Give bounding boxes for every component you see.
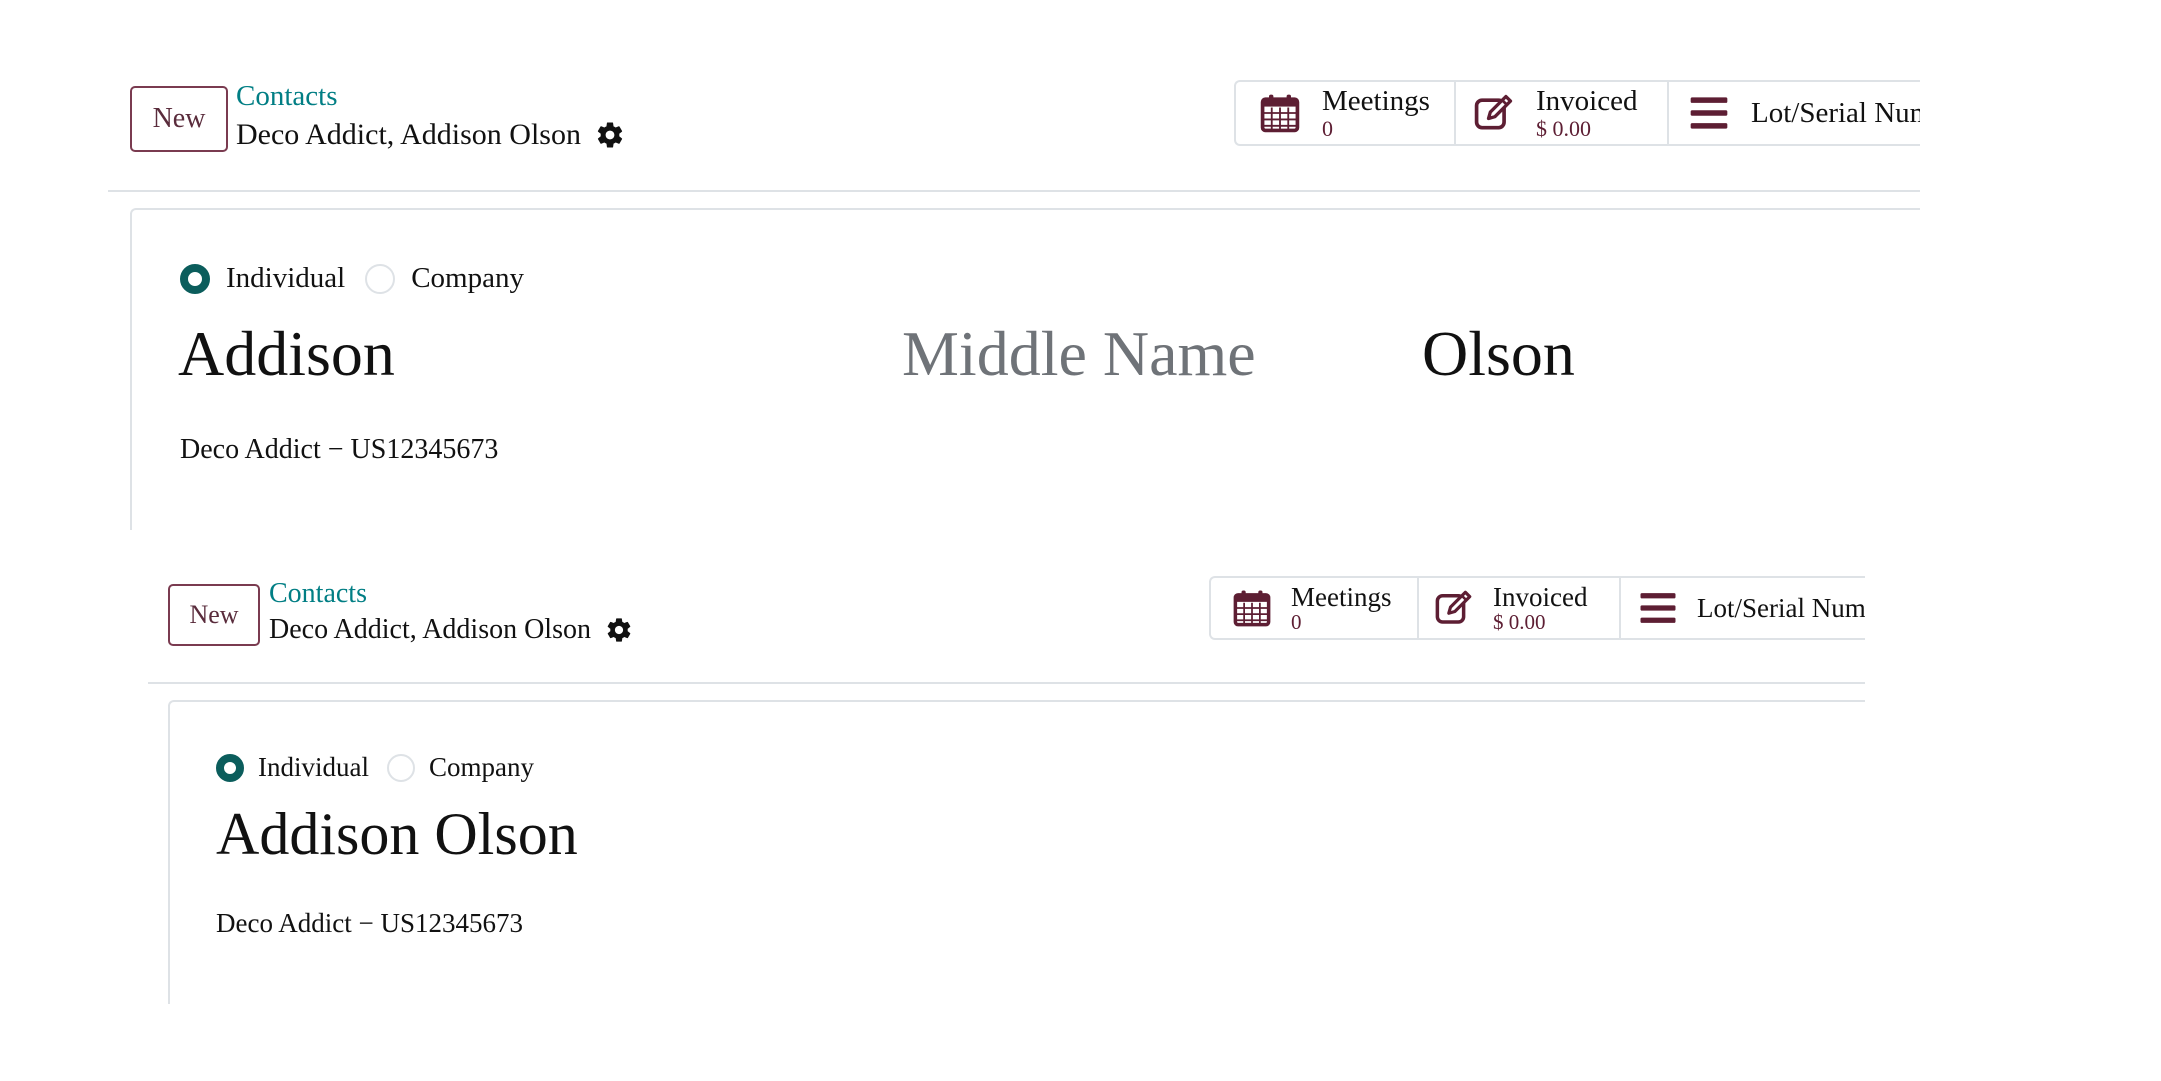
smart-button-box: Meetings 0 Invoiced $ 0.00 Lot/Serial Nu… (1209, 576, 1865, 640)
pencil-square-icon (1474, 94, 1513, 130)
lot-serial-label: Lot/Serial Num (1697, 592, 1865, 623)
radio-option-individual[interactable]: Individual (180, 262, 345, 295)
breadcrumb-contacts-link[interactable]: Contacts (236, 80, 338, 113)
middle-name-input[interactable] (902, 314, 1402, 394)
lot-serial-label: Lot/Serial Num (1751, 96, 1920, 129)
invoiced-smart-button[interactable]: Invoiced $ 0.00 (1456, 82, 1669, 144)
lot-serial-smart-button[interactable]: Lot/Serial Num (1669, 82, 1920, 144)
company-vat-line: Deco Addict − US12345673 (216, 908, 523, 938)
bars-icon (1690, 97, 1728, 129)
radio-company-unchecked[interactable] (386, 753, 415, 782)
form-sheet: Individual Company Addison Olson Deco Ad… (168, 700, 1865, 1004)
radio-option-individual[interactable]: Individual (216, 752, 369, 783)
meetings-label: Meetings (1322, 85, 1430, 118)
form-sheet: Individual Company Deco Addict − US12345… (130, 208, 1920, 530)
calendar-icon (1260, 94, 1300, 133)
control-panel: New Contacts Deco Addict, Addison Olson … (148, 564, 1865, 684)
invoiced-amount: $ 0.00 (1493, 610, 1546, 635)
breadcrumb: Deco Addict, Addison Olson (236, 118, 625, 152)
invoiced-amount: $ 0.00 (1536, 115, 1591, 141)
meetings-label: Meetings (1291, 581, 1392, 612)
smart-button-box: Meetings 0 Invoiced $ 0.00 Lot/Serial Nu… (1234, 80, 1920, 146)
record-title: Deco Addict, Addison Olson (269, 614, 591, 645)
record-title: Deco Addict, Addison Olson (236, 118, 581, 151)
radio-company-unchecked[interactable] (365, 263, 396, 294)
contact-name-field[interactable]: Addison Olson (216, 800, 578, 869)
radio-label-company: Company (411, 262, 524, 294)
company-type-radio-group: Individual Company (216, 752, 534, 783)
contact-form-view-full-name: New Contacts Deco Addict, Addison Olson … (148, 564, 1865, 1004)
radio-option-company[interactable]: Company (365, 262, 524, 295)
last-name-input[interactable] (1422, 314, 1920, 394)
meetings-count: 0 (1291, 610, 1302, 635)
invoiced-label: Invoiced (1536, 85, 1638, 118)
company-type-radio-group: Individual Company (180, 262, 524, 295)
company-vat-line: Deco Addict − US12345673 (180, 434, 499, 465)
contact-form-view-split-names: New Contacts Deco Addict, Addison Olson … (108, 66, 1920, 530)
radio-individual-checked[interactable] (180, 263, 210, 294)
first-name-input[interactable] (178, 314, 818, 394)
pencil-square-icon (1435, 590, 1472, 624)
bars-icon (1640, 593, 1676, 623)
gear-icon[interactable] (595, 120, 625, 150)
radio-individual-checked[interactable] (216, 753, 244, 782)
radio-label-individual: Individual (258, 752, 369, 782)
radio-label-individual: Individual (226, 262, 346, 294)
breadcrumb: Deco Addict, Addison Olson (269, 614, 633, 646)
meetings-smart-button[interactable]: Meetings 0 (1211, 578, 1419, 638)
invoiced-smart-button[interactable]: Invoiced $ 0.00 (1419, 578, 1621, 638)
gear-icon[interactable] (605, 616, 633, 644)
invoiced-label: Invoiced (1493, 581, 1588, 612)
meetings-smart-button[interactable]: Meetings 0 (1236, 82, 1456, 144)
meetings-count: 0 (1322, 115, 1333, 141)
breadcrumb-contacts-link[interactable]: Contacts (269, 578, 367, 610)
radio-option-company[interactable]: Company (386, 752, 534, 783)
calendar-icon (1233, 590, 1271, 627)
radio-label-company: Company (428, 752, 534, 782)
control-panel: New Contacts Deco Addict, Addison Olson … (108, 66, 1920, 192)
new-button[interactable]: New (168, 584, 260, 646)
lot-serial-smart-button[interactable]: Lot/Serial Num (1621, 578, 1865, 638)
new-button[interactable]: New (130, 86, 228, 152)
